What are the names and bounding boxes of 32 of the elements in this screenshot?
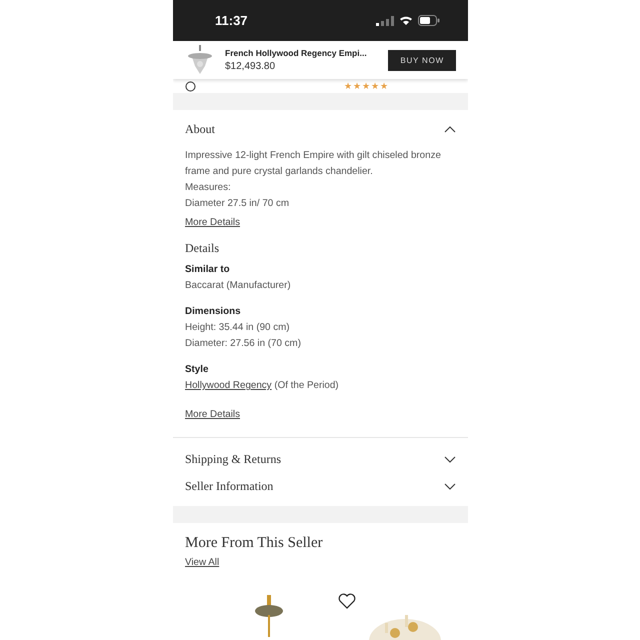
detail-label: Style (185, 363, 210, 377)
detail-value: Baccarat (Manufacturer) (185, 279, 292, 293)
more-details-link[interactable]: More Details (185, 407, 240, 423)
style-link[interactable]: Hollywood Regency (185, 378, 272, 394)
detail-label: Similar to (185, 263, 231, 277)
chevron-icon[interactable] (444, 483, 456, 490)
section-title: More From This Seller (185, 535, 324, 552)
section-title: About (185, 122, 215, 136)
chevron-icon[interactable] (444, 126, 456, 132)
star-rating: ★★★★★ (344, 81, 388, 91)
heart-icon[interactable] (338, 593, 356, 609)
description-text: Impressive 12-light French Empire with gilt chiseled bronze frame and pure crystal garlands chandelier. (185, 149, 442, 179)
description-line: Diameter 27.5 in/ 70 cm (185, 197, 290, 211)
view-all-link[interactable]: View All (185, 555, 220, 571)
signal-icon (376, 16, 394, 26)
details-heading: Details (185, 241, 220, 256)
detail-value: Hollywood Regency (Of the Period) (185, 378, 456, 394)
accordion-header[interactable]: Shipping & Returns (185, 446, 456, 473)
product-price: $12,493.80 (225, 61, 276, 72)
more-details-link[interactable]: More Details (185, 215, 240, 231)
accordion-header[interactable]: Seller Information (185, 473, 456, 500)
description-line: Measures: (185, 181, 232, 195)
product-title: French Hollywood Regency Empi... (225, 48, 368, 58)
battery-icon (418, 15, 440, 26)
detail-value: Diameter: 27.56 in (70 cm) (185, 337, 302, 351)
buy-now-button[interactable]: BUY NOW (388, 50, 456, 70)
wifi-icon (399, 15, 413, 26)
seller-badge-icon (185, 80, 196, 92)
status-time: 11:37 (215, 13, 249, 28)
detail-label: Dimensions (185, 305, 242, 319)
chevron-icon[interactable] (444, 456, 456, 463)
detail-value: Height: 35.44 in (90 cm) (185, 321, 291, 335)
